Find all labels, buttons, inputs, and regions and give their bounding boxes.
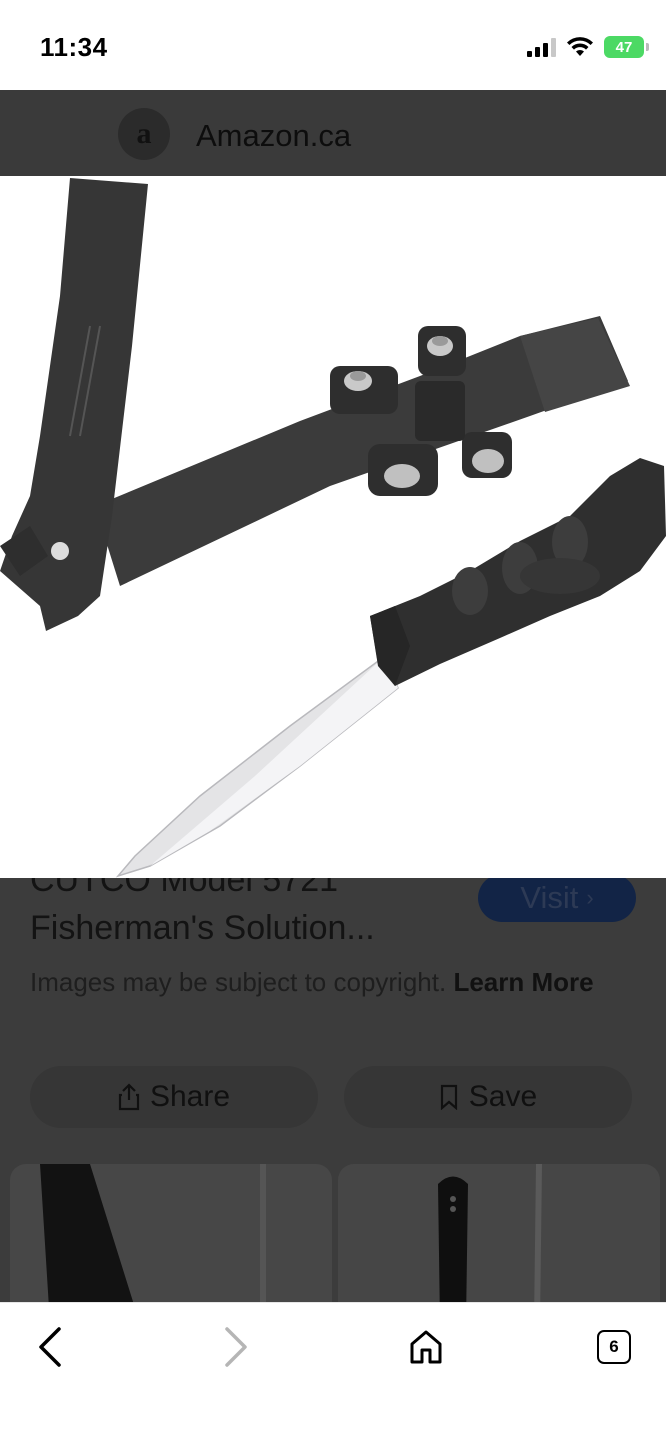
site-logo-letter: a	[136, 117, 152, 150]
save-label: Save	[468, 1080, 538, 1113]
bookmark-icon	[440, 1084, 457, 1110]
related-image-thumbnail[interactable]	[338, 1164, 660, 1302]
product-image[interactable]	[0, 176, 666, 878]
forward-button[interactable]	[206, 1319, 266, 1375]
thumbnail-knife	[438, 1164, 542, 1302]
status-icons: 47	[527, 36, 649, 58]
copyright-notice: Images may be subject to copyright. Lear…	[30, 964, 630, 1001]
browser-toolbar: 6	[0, 1302, 666, 1440]
site-header[interactable]: a Amazon.ca	[0, 90, 666, 176]
tabs-button[interactable]: 6	[584, 1319, 644, 1375]
related-image-thumbnail[interactable]	[10, 1164, 332, 1302]
visit-label: Visit	[520, 880, 579, 915]
learn-more-link[interactable]: Learn More	[453, 967, 593, 997]
details-panel: CUTCO Model 5721 Fisherman's Solution...…	[0, 878, 666, 1302]
battery-icon: 47	[604, 36, 649, 58]
save-button[interactable]: Save	[344, 1066, 632, 1128]
signal-icon	[527, 37, 556, 57]
pivot-rivet	[51, 542, 69, 560]
product-title[interactable]: CUTCO Model 5721 Fisherman's Solution...	[30, 878, 450, 952]
status-bar: 11:34 47	[0, 0, 666, 90]
site-logo: a	[118, 108, 170, 160]
share-label: Share	[149, 1080, 231, 1113]
thumbnail-knife-sheath	[40, 1164, 266, 1302]
chevron-right-icon: ›	[586, 885, 594, 910]
battery-level: 47	[615, 38, 633, 56]
home-button[interactable]	[396, 1319, 456, 1375]
tabs-count: 6	[609, 1337, 619, 1356]
home-icon	[410, 1330, 442, 1364]
tabs-icon: 6	[597, 1330, 631, 1364]
back-icon	[39, 1327, 61, 1367]
site-name[interactable]: Amazon.ca	[196, 118, 351, 154]
status-time: 11:34	[40, 32, 108, 62]
share-button[interactable]: Share	[30, 1066, 318, 1128]
copyright-text: Images may be subject to copyright.	[30, 967, 447, 997]
wifi-icon	[567, 37, 593, 56]
back-button[interactable]	[20, 1319, 80, 1375]
forward-icon	[225, 1327, 247, 1367]
visit-button[interactable]: Visit ›	[478, 878, 636, 922]
share-icon	[118, 1083, 140, 1111]
knife-illustration	[0, 178, 666, 878]
